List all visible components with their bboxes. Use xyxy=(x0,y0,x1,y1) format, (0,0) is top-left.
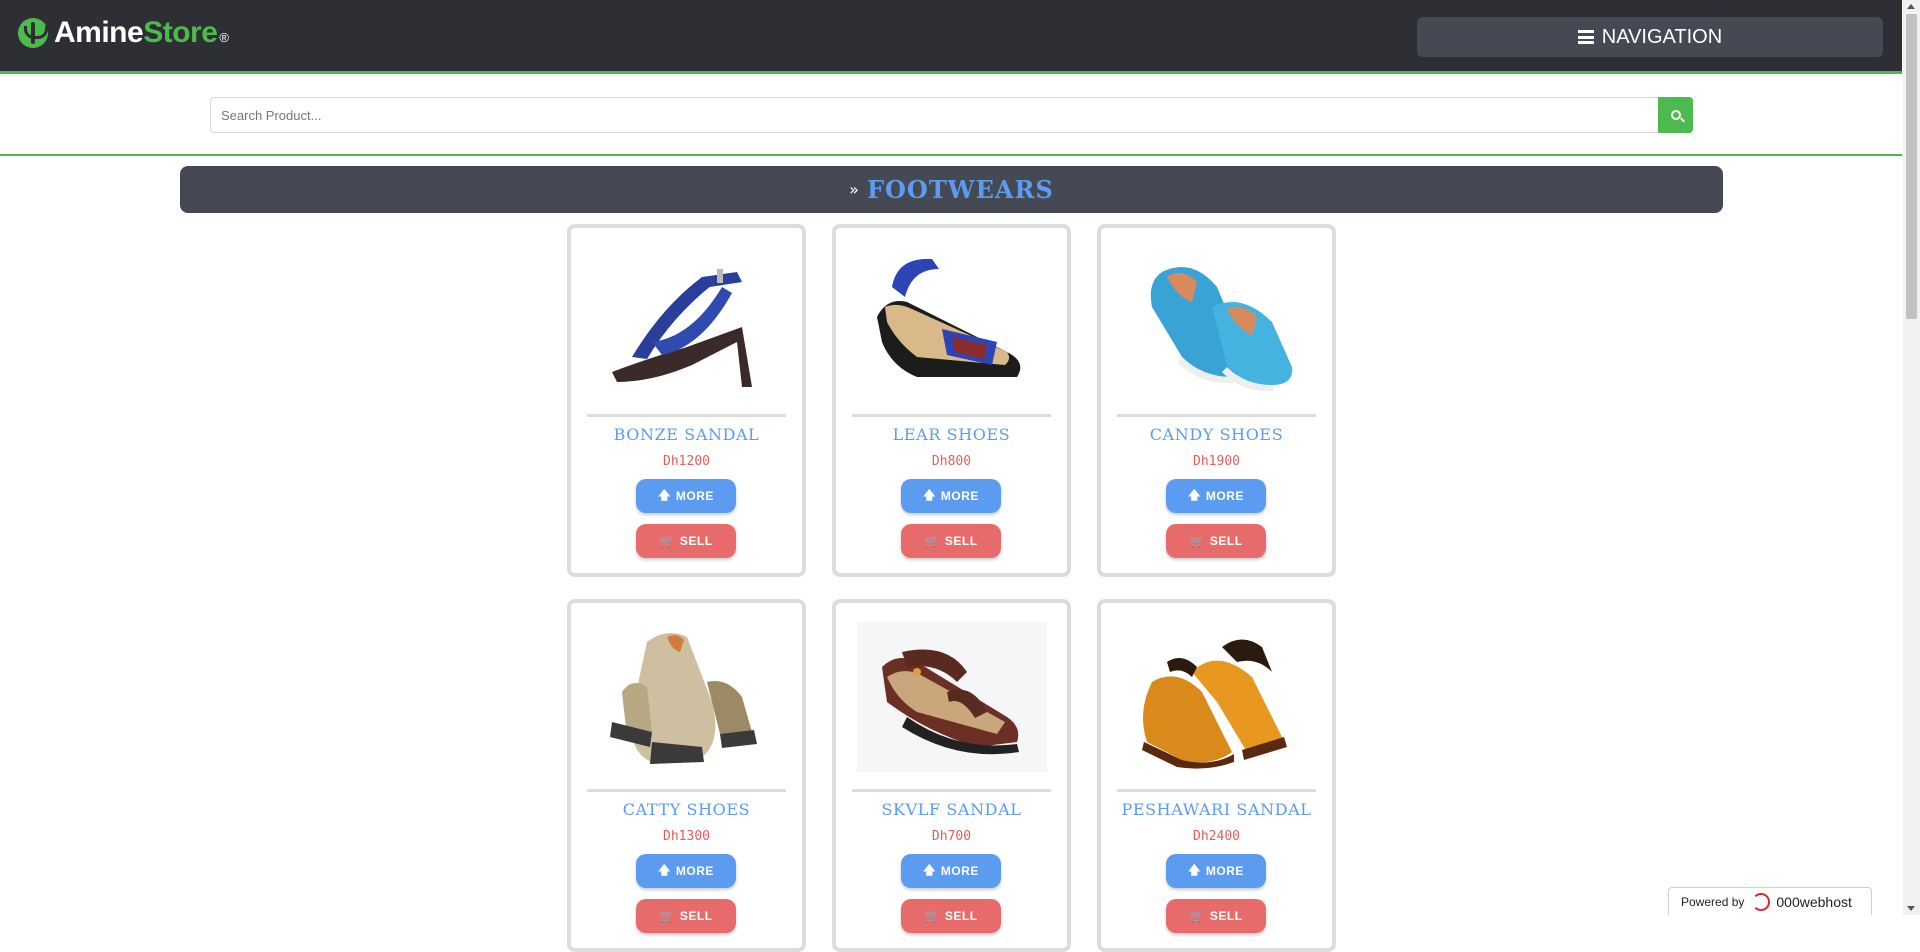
product-card: SKVLF SANDAL Dh700 🡅 MORE 🛒 SELL xyxy=(832,599,1071,952)
more-button[interactable]: 🡅 MORE xyxy=(636,854,736,888)
brown-sport-sandal-icon xyxy=(856,622,1047,772)
store-logo[interactable]: AmineStore ® xyxy=(18,16,229,50)
search-button[interactable] xyxy=(1658,97,1693,133)
cart-icon: 🛒 xyxy=(924,534,940,548)
divider xyxy=(587,789,786,792)
category-title: FOOTWEARS xyxy=(866,175,1054,204)
arrow-up-icon: 🡅 xyxy=(1188,487,1201,502)
sell-button[interactable]: 🛒 SELL xyxy=(1166,899,1266,933)
powered-by-label: Powered by xyxy=(1681,894,1745,909)
blue-strappy-heel-icon xyxy=(611,269,752,387)
logo-icon xyxy=(18,18,48,48)
arrow-up-icon: 🡅 xyxy=(658,487,671,502)
product-price: Dh1200 xyxy=(663,454,710,469)
hamburger-icon xyxy=(1577,30,1594,44)
divider xyxy=(852,414,1051,417)
cart-icon: 🛒 xyxy=(659,909,675,923)
sell-button[interactable]: 🛒 SELL xyxy=(901,524,1001,558)
arrow-up-icon: 🡅 xyxy=(923,487,936,502)
navigation-label: NAVIGATION xyxy=(1601,25,1723,48)
more-button[interactable]: 🡅 MORE xyxy=(1166,854,1266,888)
double-chevron-down-icon: » xyxy=(849,179,859,199)
product-card: CATTY SHOES Dh1300 🡅 MORE 🛒 SELL xyxy=(567,599,806,952)
logo-text: AmineStore xyxy=(54,16,218,49)
product-price: Dh1300 xyxy=(663,829,710,844)
cart-icon: 🛒 xyxy=(1189,909,1205,923)
scroll-down-arrow-icon[interactable] xyxy=(1907,906,1915,911)
product-image[interactable] xyxy=(852,617,1051,777)
sell-button[interactable]: 🛒 SELL xyxy=(636,524,736,558)
search-bar xyxy=(0,77,1902,156)
product-image[interactable] xyxy=(1117,617,1316,777)
product-image[interactable] xyxy=(852,242,1051,402)
product-card: LEAR SHOES Dh800 🡅 MORE 🛒 SELL xyxy=(832,224,1071,577)
arrow-up-icon: 🡅 xyxy=(1188,862,1201,877)
product-price: Dh700 xyxy=(931,829,972,844)
search-icon xyxy=(1670,110,1681,120)
sell-button[interactable]: 🛒 SELL xyxy=(901,899,1001,933)
divider xyxy=(1117,414,1316,417)
divider xyxy=(587,414,786,417)
sell-button[interactable]: 🛒 SELL xyxy=(1166,524,1266,558)
product-name[interactable]: CANDY SHOES xyxy=(1101,425,1332,444)
product-price: Dh1900 xyxy=(1193,454,1240,469)
registered-mark: ® xyxy=(219,29,229,45)
product-name[interactable]: LEAR SHOES xyxy=(836,425,1067,444)
product-image[interactable] xyxy=(587,617,786,777)
webhost-logo-icon xyxy=(1752,892,1771,911)
more-button[interactable]: 🡅 MORE xyxy=(901,854,1001,888)
cart-icon: 🛒 xyxy=(1189,534,1205,548)
sell-button[interactable]: 🛒 SELL xyxy=(636,899,736,933)
scroll-up-arrow-icon[interactable] xyxy=(1907,4,1915,9)
cart-icon: 🛒 xyxy=(659,534,675,548)
product-name[interactable]: CATTY SHOES xyxy=(571,800,802,819)
orange-peshawari-sandal-icon xyxy=(1141,639,1287,769)
more-button[interactable]: 🡅 MORE xyxy=(636,479,736,513)
product-card: PESHAWARI SANDAL Dh2400 🡅 MORE 🛒 SELL xyxy=(1097,599,1336,952)
powered-by-badge[interactable]: Powered by 000webhost xyxy=(1668,887,1872,915)
more-button[interactable]: 🡅 MORE xyxy=(901,479,1001,513)
product-price: Dh800 xyxy=(931,454,972,469)
arrow-up-icon: 🡅 xyxy=(923,862,936,877)
top-navbar: AmineStore ® NAVIGATION xyxy=(0,0,1902,74)
product-name[interactable]: PESHAWARI SANDAL xyxy=(1101,800,1332,819)
more-button[interactable]: 🡅 MORE xyxy=(1166,479,1266,513)
scrollbar-thumb[interactable] xyxy=(1906,14,1917,319)
product-image[interactable] xyxy=(587,242,786,402)
product-price: Dh2400 xyxy=(1193,829,1240,844)
product-image[interactable] xyxy=(1117,242,1316,402)
beige-hiking-shoes-icon xyxy=(609,633,757,764)
product-name[interactable]: BONZE SANDAL xyxy=(571,425,802,444)
product-name[interactable]: SKVLF SANDAL xyxy=(836,800,1067,819)
blue-slip-on-shoes-icon xyxy=(1150,267,1292,392)
search-input[interactable] xyxy=(210,97,1660,133)
cart-icon: 🛒 xyxy=(924,909,940,923)
category-header[interactable]: » FOOTWEARS xyxy=(180,166,1723,213)
divider xyxy=(1117,789,1316,792)
webhost-name: 000webhost xyxy=(1776,893,1852,910)
wedge-sandal-icon xyxy=(876,258,1020,377)
divider xyxy=(852,789,1051,792)
arrow-up-icon: 🡅 xyxy=(658,862,671,877)
vertical-scrollbar[interactable] xyxy=(1903,0,1920,915)
product-card: CANDY SHOES Dh1900 🡅 MORE 🛒 SELL xyxy=(1097,224,1336,577)
product-card: BONZE SANDAL Dh1200 🡅 MORE 🛒 SELL xyxy=(567,224,806,577)
navigation-button[interactable]: NAVIGATION xyxy=(1417,17,1883,57)
